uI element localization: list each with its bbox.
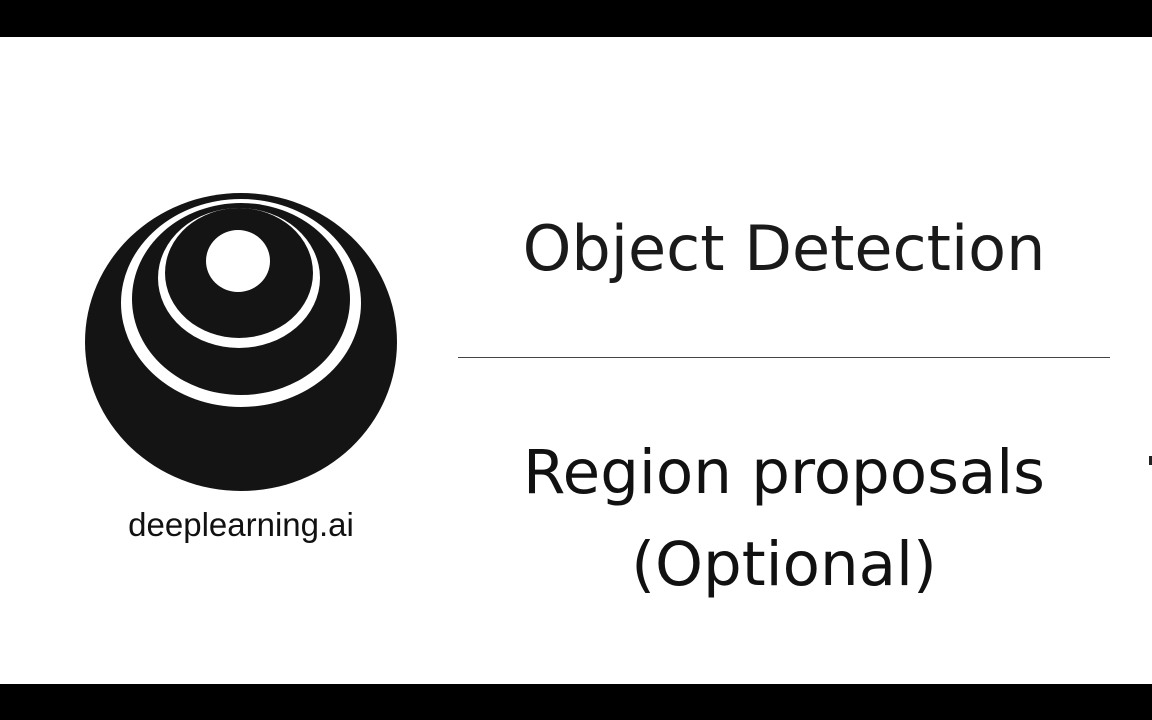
course-title: Object Detection [522, 212, 1046, 285]
title-slide: deeplearning.ai Object Detection Region … [0, 37, 1152, 684]
deeplearning-ai-logo-icon [85, 193, 397, 491]
lesson-title: Region proposals (Optional) [458, 427, 1110, 611]
lesson-title-line: Region proposals [523, 437, 1045, 508]
brand-name: deeplearning.ai [128, 506, 354, 543]
title-divider [458, 357, 1110, 358]
video-frame: deeplearning.ai Object Detection Region … [0, 0, 1152, 720]
optional-label: (Optional) [631, 529, 937, 600]
